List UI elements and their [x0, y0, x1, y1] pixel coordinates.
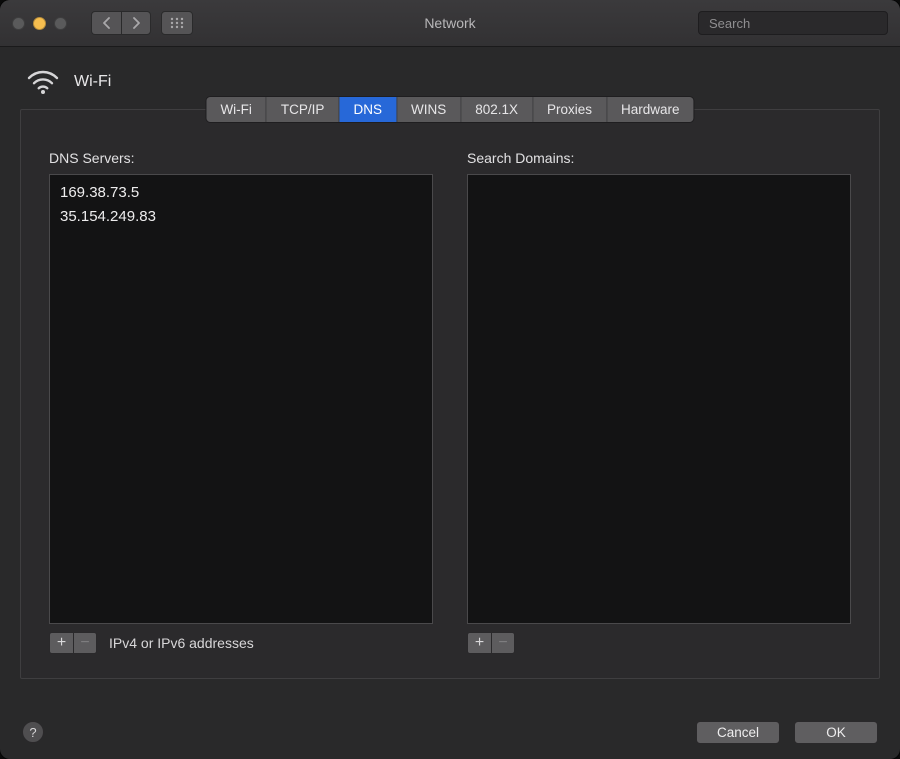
domains-add-remove-group: + − [467, 632, 515, 654]
tab-proxies[interactable]: Proxies [533, 97, 607, 122]
network-preferences-window: Network Wi-Fi Wi-FiTCP/IPDNSWINS80 [0, 0, 900, 759]
show-all-button[interactable] [161, 11, 193, 35]
dns-add-remove-group: + − [49, 632, 97, 654]
search-domains-column: Search Domains: + − [467, 150, 851, 654]
wifi-icon [26, 69, 60, 95]
zoom-window-button[interactable] [54, 17, 67, 30]
domains-remove-button[interactable]: − [491, 632, 515, 654]
chevron-right-icon [132, 17, 141, 29]
tab-802-1x[interactable]: 802.1X [461, 97, 533, 122]
settings-panel: Wi-FiTCP/IPDNSWINS802.1XProxiesHardware … [20, 109, 880, 679]
dns-servers-column: DNS Servers: 169.38.73.535.154.249.83 + … [49, 150, 433, 654]
nav-group [91, 11, 151, 35]
dns-list-controls: + − IPv4 or IPv6 addresses [49, 632, 433, 654]
domains-add-button[interactable]: + [467, 632, 491, 654]
cancel-button[interactable]: Cancel [696, 721, 780, 744]
back-button[interactable] [91, 11, 121, 35]
dns-columns: DNS Servers: 169.38.73.535.154.249.83 + … [49, 150, 851, 654]
domains-list-controls: + − [467, 632, 851, 654]
search-input[interactable] [709, 16, 885, 31]
dns-server-row[interactable]: 169.38.73.5 [58, 181, 424, 205]
titlebar: Network [0, 0, 900, 47]
footer: ? Cancel OK [0, 705, 900, 759]
tab-hardware[interactable]: Hardware [607, 97, 694, 122]
interface-name: Wi-Fi [74, 73, 111, 91]
content-area: Wi-Fi Wi-FiTCP/IPDNSWINS802.1XProxiesHar… [0, 47, 900, 693]
dns-servers-label: DNS Servers: [49, 150, 433, 166]
dns-remove-button[interactable]: − [73, 632, 97, 654]
tab-tcp-ip[interactable]: TCP/IP [267, 97, 340, 122]
window-controls [12, 17, 67, 30]
close-window-button[interactable] [12, 17, 25, 30]
dns-add-button[interactable]: + [49, 632, 73, 654]
ok-button[interactable]: OK [794, 721, 878, 744]
search-domains-label: Search Domains: [467, 150, 851, 166]
dns-format-hint: IPv4 or IPv6 addresses [109, 635, 254, 651]
tab-wins[interactable]: WINS [397, 97, 461, 122]
search-field-wrap[interactable] [698, 11, 888, 35]
grid-icon [170, 17, 184, 29]
dns-servers-list[interactable]: 169.38.73.535.154.249.83 [49, 174, 433, 624]
tabs-strip: Wi-FiTCP/IPDNSWINS802.1XProxiesHardware [206, 97, 693, 122]
minimize-window-button[interactable] [33, 17, 46, 30]
forward-button[interactable] [121, 11, 151, 35]
help-button[interactable]: ? [22, 721, 44, 743]
tab-wi-fi[interactable]: Wi-Fi [206, 97, 266, 122]
chevron-left-icon [102, 17, 111, 29]
dns-server-row[interactable]: 35.154.249.83 [58, 205, 424, 229]
search-domains-list[interactable] [467, 174, 851, 624]
tab-dns[interactable]: DNS [339, 97, 397, 122]
